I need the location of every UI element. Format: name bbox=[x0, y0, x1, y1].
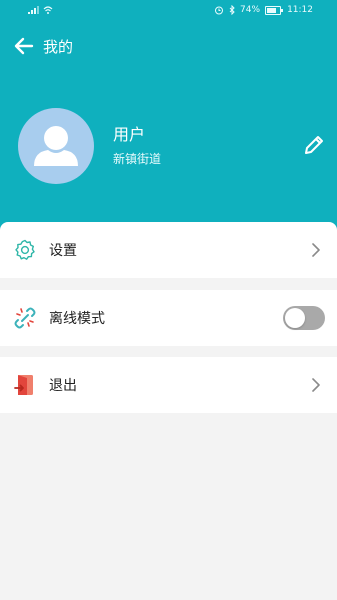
bluetooth-icon bbox=[229, 5, 235, 15]
alarm-icon bbox=[215, 6, 224, 15]
signal-icon bbox=[28, 6, 39, 14]
settings-item[interactable]: 设置 bbox=[0, 222, 337, 278]
wifi-icon bbox=[43, 6, 53, 14]
logout-door-icon bbox=[13, 373, 37, 397]
top-bar: 我的 bbox=[0, 28, 337, 64]
status-bar: 74% 11:12 bbox=[0, 0, 337, 20]
edit-profile-button[interactable] bbox=[301, 132, 327, 158]
offline-mode-label: 离线模式 bbox=[49, 311, 105, 327]
offline-mode-toggle[interactable] bbox=[283, 306, 325, 330]
chevron-right-icon bbox=[309, 378, 323, 392]
profile-screen: 74% 11:12 我的 用户 新镇街道 设置 离线模式 退出 bbox=[0, 0, 337, 600]
pencil-icon bbox=[305, 136, 323, 154]
status-left bbox=[28, 0, 53, 20]
page-title: 我的 bbox=[43, 37, 74, 56]
offline-mode-item: 离线模式 bbox=[0, 290, 337, 346]
battery-icon bbox=[265, 5, 284, 15]
profile-header: 74% 11:12 我的 用户 新镇街道 bbox=[0, 0, 337, 232]
status-time: 11:12 bbox=[287, 5, 313, 15]
toggle-knob bbox=[285, 308, 305, 328]
arrow-left-icon bbox=[14, 37, 34, 55]
user-silhouette-icon bbox=[34, 126, 78, 166]
avatar[interactable] bbox=[18, 108, 94, 184]
battery-percent: 74% bbox=[240, 5, 261, 15]
status-right: 74% 11:12 bbox=[214, 0, 313, 20]
logout-item[interactable]: 退出 bbox=[0, 357, 337, 413]
logout-label: 退出 bbox=[49, 378, 77, 394]
back-button[interactable] bbox=[11, 33, 37, 59]
chevron-right-icon bbox=[309, 243, 323, 257]
user-subtitle: 新镇街道 bbox=[113, 152, 162, 166]
user-name: 用户 bbox=[113, 125, 146, 144]
gear-icon bbox=[13, 238, 37, 262]
settings-label: 设置 bbox=[49, 243, 77, 259]
battery-fill bbox=[267, 7, 277, 13]
offline-link-icon bbox=[13, 306, 37, 330]
